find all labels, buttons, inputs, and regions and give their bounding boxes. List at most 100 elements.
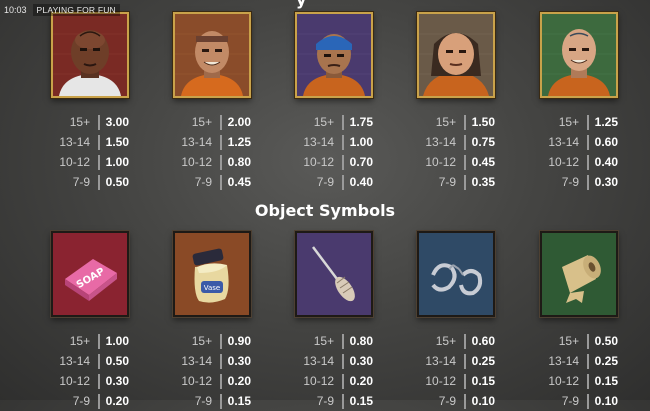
pay-count: 15+ [69,334,91,348]
pay-count: 7-9 [72,394,91,408]
object-symbol-2: Vase 15+ 0.90 13-14 0.30 10-12 0.20 7-9 0.15 [173,231,251,411]
paytable: 15+ 0.80 13-14 0.30 10-12 0.20 7-9 0.15 [295,331,373,411]
pay-row: 10-12 0.45 [417,152,495,172]
pay-row: 10-12 0.15 [417,371,495,391]
pay-row: 13-14 0.25 [417,351,495,371]
pay-value: 1.00 [349,135,373,149]
character-symbol-5: 15+ 1.25 13-14 0.60 10-12 0.40 7-9 0.30 [540,12,618,192]
pay-row: 10-12 0.40 [540,152,618,172]
pay-value: 0.60 [471,334,495,348]
play-mode-badge: PLAYING FOR FUN [32,4,120,16]
pay-row: 10-12 0.15 [540,371,618,391]
pay-value: 0.80 [227,155,251,169]
object-symbol-4: 15+ 0.60 13-14 0.25 10-12 0.15 7-9 0.10 [417,231,495,411]
pay-row: 10-12 0.80 [173,152,251,172]
pay-row: 7-9 0.45 [173,172,251,192]
pay-count: 7-9 [194,175,213,189]
long-hair-prisoner-icon [417,12,495,98]
object-symbol-3: 15+ 0.80 13-14 0.30 10-12 0.20 7-9 0.15 [295,231,373,411]
pay-row: 7-9 0.15 [173,391,251,411]
object-symbol-5: 15+ 0.50 13-14 0.25 10-12 0.15 7-9 0.10 [540,231,618,411]
pay-row: 10-12 1.00 [51,152,129,172]
pay-row: 7-9 0.30 [540,172,618,192]
pay-count: 10-12 [303,374,335,388]
pay-value: 0.50 [105,354,129,368]
pay-value: 0.40 [594,155,618,169]
pay-row: 15+ 1.75 [295,112,373,132]
pay-value: 0.80 [349,334,373,348]
pay-row: 13-14 0.25 [540,351,618,371]
pay-value: 0.30 [105,374,129,388]
pay-value: 1.50 [471,115,495,129]
paytable: 15+ 1.75 13-14 1.00 10-12 0.70 7-9 0.40 [295,112,373,192]
lucky-tattoo-prisoner-icon [540,12,618,98]
pay-row: 13-14 0.30 [295,351,373,371]
pay-count: 10-12 [425,374,457,388]
pay-value: 1.50 [105,135,129,149]
pay-value: 0.15 [594,374,618,388]
pay-row: 15+ 0.90 [173,331,251,351]
pay-count: 7-9 [561,394,580,408]
pay-row: 15+ 0.50 [540,331,618,351]
shiv-icon [295,231,373,317]
pay-row: 13-14 0.60 [540,132,618,152]
pay-count: 7-9 [438,394,457,408]
pay-count: 10-12 [303,155,335,169]
pay-value: 0.20 [105,394,129,408]
pay-count: 15+ [558,115,580,129]
character-symbol-1: 15+ 3.00 13-14 1.50 10-12 1.00 7-9 0.50 [51,12,129,192]
pay-count: 7-9 [561,175,580,189]
pay-value: 0.30 [349,354,373,368]
pay-value: 0.60 [594,135,618,149]
pay-row: 13-14 1.25 [173,132,251,152]
bandana-prisoner-icon [295,12,373,98]
pay-value: 0.50 [594,334,618,348]
pay-row: 7-9 0.35 [417,172,495,192]
pay-row: 10-12 0.20 [295,371,373,391]
pay-count: 7-9 [316,394,335,408]
pay-count: 13-14 [59,135,91,149]
skull-tattoo-prisoner-icon [51,12,129,98]
pay-row: 10-12 0.30 [51,371,129,391]
paytable: 15+ 2.00 13-14 1.25 10-12 0.80 7-9 0.45 [173,112,251,192]
handcuffs-icon [417,231,495,317]
pay-count: 10-12 [181,374,213,388]
pay-count: 15+ [69,115,91,129]
pay-row: 7-9 0.40 [295,172,373,192]
soap-icon: SOAP [51,231,129,317]
paytable: 15+ 1.00 13-14 0.50 10-12 0.30 7-9 0.20 [51,331,129,411]
pay-count: 15+ [191,334,213,348]
pay-count: 13-14 [181,354,213,368]
pay-count: 13-14 [59,354,91,368]
pay-row: 13-14 1.00 [295,132,373,152]
pay-count: 15+ [191,115,213,129]
pay-count: 15+ [313,334,335,348]
paytable: 15+ 1.25 13-14 0.60 10-12 0.40 7-9 0.30 [540,112,618,192]
pay-row: 13-14 0.30 [173,351,251,371]
object-symbol-1: SOAP 15+ 1.00 13-14 0.50 10-12 0.30 7-9 0.20 [51,231,129,411]
pay-count: 10-12 [548,155,580,169]
paytable: 15+ 0.60 13-14 0.25 10-12 0.15 7-9 0.10 [417,331,495,411]
pay-value: 1.00 [105,334,129,348]
pay-count: 13-14 [425,354,457,368]
pay-value: 0.45 [471,155,495,169]
pay-count: 13-14 [303,354,335,368]
pay-value: 0.25 [471,354,495,368]
pay-row: 13-14 1.50 [51,132,129,152]
pay-count: 15+ [313,115,335,129]
pay-value: 0.90 [227,334,251,348]
paytable: 15+ 0.50 13-14 0.25 10-12 0.15 7-9 0.10 [540,331,618,411]
pay-count: 7-9 [316,175,335,189]
pay-value: 0.75 [471,135,495,149]
pay-row: 15+ 1.50 [417,112,495,132]
pay-row: 13-14 0.75 [417,132,495,152]
pay-value: 0.35 [471,175,495,189]
pay-row: 10-12 0.20 [173,371,251,391]
pay-value: 0.50 [105,175,129,189]
pay-row: 15+ 1.25 [540,112,618,132]
pay-count: 10-12 [59,155,91,169]
pay-row: 15+ 1.00 [51,331,129,351]
pay-row: 15+ 0.60 [417,331,495,351]
pay-count: 10-12 [548,374,580,388]
pay-count: 7-9 [438,175,457,189]
